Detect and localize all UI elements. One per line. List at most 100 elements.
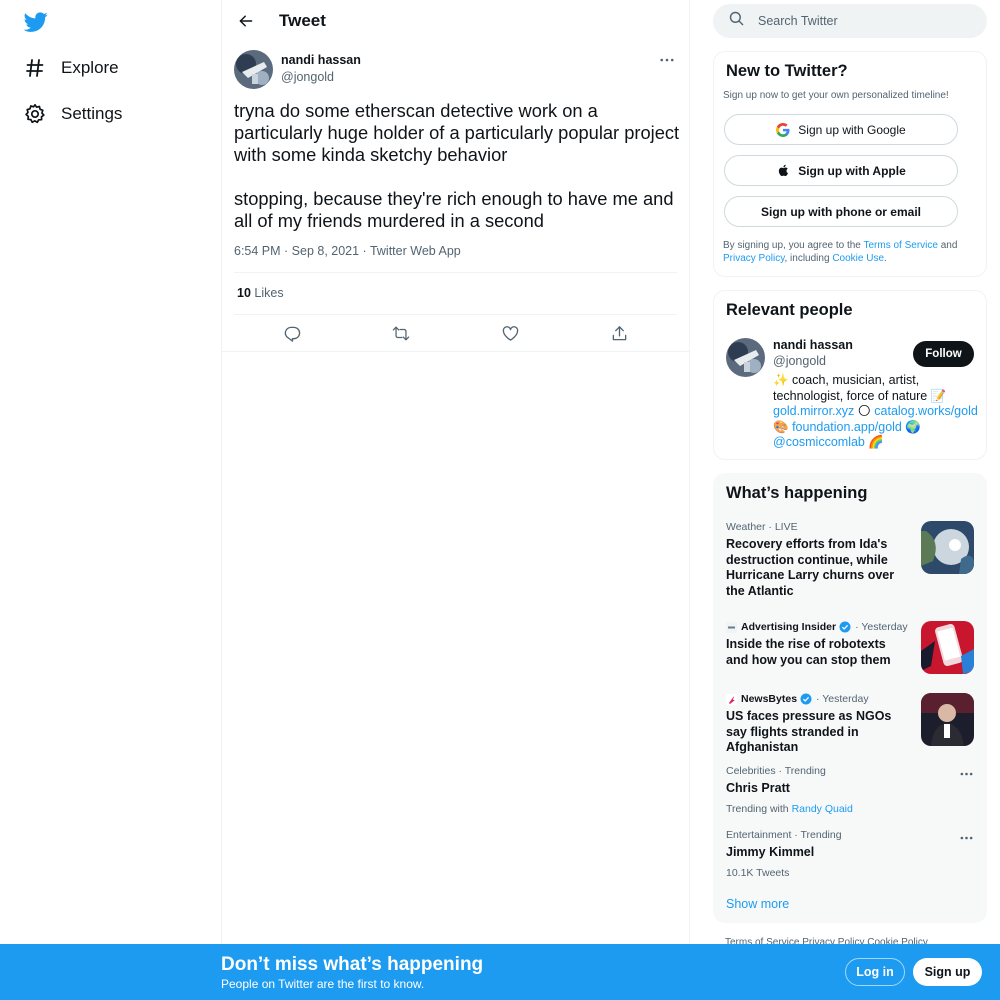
verified-badge-icon — [800, 693, 812, 705]
search-input[interactable] — [758, 14, 958, 28]
tweet-header: Tweet — [222, 0, 689, 41]
palette-emoji: 🎨 — [773, 419, 789, 434]
trend-context: Entertainment · Trending — [726, 829, 842, 841]
bio-text: coach, musician, artist, technologist, f… — [773, 373, 931, 403]
legal-text: By signing up, you agree to the Terms of… — [723, 239, 973, 265]
trend-headline: Recovery efforts from Ida's destruction … — [726, 537, 895, 598]
divider — [234, 314, 677, 315]
more-options-icon[interactable] — [958, 769, 974, 779]
bio-link[interactable]: catalog.works/gold — [874, 404, 978, 418]
trend-item[interactable]: Entertainment · Trending Jimmy Kimmel 10… — [726, 829, 976, 879]
memo-emoji: 📝 — [930, 388, 947, 403]
trend-time: · Yesterday — [816, 693, 869, 705]
trend-source: Advertising Insider — [741, 621, 837, 633]
banner-subtitle: People on Twitter are the first to know. — [221, 977, 425, 991]
tweet-text: tryna do some etherscan detective work o… — [234, 100, 684, 232]
tweet-author[interactable]: nandi hassan @jongold — [281, 53, 361, 84]
relevant-people-card: Relevant people nandi hassan @jongold Fo… — [713, 290, 987, 460]
trend-time: · Yesterday — [855, 621, 908, 633]
signup-apple-label: Sign up with Apple — [798, 163, 906, 178]
trend-headline: Chris Pratt — [726, 781, 790, 795]
retweet-icon[interactable] — [389, 321, 413, 345]
terms-link[interactable]: Terms of Service — [863, 240, 937, 251]
tweet-paragraph: tryna do some etherscan detective work o… — [234, 100, 680, 165]
likes-number: 10 — [237, 286, 251, 300]
person-bio: ✨ coach, musician, artist, technologist,… — [773, 373, 978, 451]
trend-thumbnail — [921, 621, 974, 674]
trend-extra: Trending with Randy Quaid — [726, 803, 976, 815]
nav-item-settings[interactable]: Settings — [24, 99, 122, 129]
privacy-link[interactable]: Privacy Policy — [723, 253, 785, 264]
left-navigation: Explore Settings — [0, 0, 221, 1000]
new-to-twitter-card: New to Twitter? Sign up now to get your … — [713, 51, 987, 277]
person-handle[interactable]: @jongold — [773, 354, 826, 368]
reply-icon[interactable] — [280, 321, 304, 345]
whats-happening-card: What’s happening Weather · LIVE Recovery… — [713, 473, 987, 923]
legal-end: . — [884, 253, 887, 264]
bio-link[interactable]: @cosmiccomlab — [773, 435, 865, 449]
trend-extra: 10.1K Tweets — [726, 866, 790, 879]
legal-including: , including — [784, 253, 833, 264]
globe-emoji: 🌍 — [905, 419, 921, 434]
rainbow-emoji: 🌈 — [868, 435, 884, 450]
cookie-link[interactable]: Cookie Use — [832, 253, 884, 264]
nav-item-explore[interactable]: Explore — [24, 53, 119, 83]
trend-extra-link[interactable]: Randy Quaid — [792, 803, 853, 815]
author-handle: @jongold — [281, 70, 335, 84]
share-icon[interactable] — [607, 321, 631, 345]
tweet: nandi hassan @jongold tryna do some ethe… — [222, 41, 689, 352]
card-title: What’s happening — [726, 484, 868, 502]
person-name[interactable]: nandi hassan — [773, 338, 853, 352]
login-button[interactable]: Log in — [845, 958, 905, 986]
avatar[interactable] — [726, 338, 765, 377]
more-options-icon[interactable] — [657, 53, 677, 67]
card-subtitle: Sign up now to get your own personalized… — [723, 90, 949, 101]
trend-context: Celebrities · Trending — [726, 765, 826, 777]
search-icon — [729, 11, 744, 31]
newsbytes-logo-icon — [726, 693, 737, 705]
hashtag-icon — [24, 57, 46, 79]
gear-icon — [24, 103, 46, 125]
trend-item[interactable]: Celebrities · Trending Chris Pratt Trend… — [726, 765, 976, 815]
sparkle-emoji: ✨ — [773, 373, 789, 387]
trend-headline: Jimmy Kimmel — [726, 845, 815, 859]
bio-link[interactable]: gold.mirror.xyz — [773, 404, 854, 418]
verified-badge-icon — [839, 621, 851, 633]
signup-google-label: Sign up with Google — [798, 122, 906, 137]
author-name: nandi hassan — [281, 53, 361, 67]
banner-title: Don’t miss what’s happening — [221, 954, 484, 975]
follow-button[interactable]: Follow — [913, 341, 974, 367]
nav-item-label: Explore — [61, 58, 119, 77]
signup-google-button[interactable]: Sign up with Google — [724, 114, 958, 145]
likes-label: Likes — [254, 286, 284, 300]
tweet-timestamp[interactable]: 6:54 PM · Sep 8, 2021 · Twitter Web App — [234, 244, 461, 258]
tweet-actions — [234, 321, 677, 345]
divider — [234, 272, 677, 273]
signup-phone-email-button[interactable]: Sign up with phone or email — [724, 196, 958, 227]
card-title: Relevant people — [726, 301, 853, 319]
likes-count[interactable]: 10 Likes — [237, 286, 284, 300]
tweet-column: Tweet nandi hassan @jongold tryna do som… — [221, 0, 690, 1000]
show-more-link[interactable]: Show more — [726, 897, 789, 911]
google-icon — [776, 122, 790, 137]
nav-item-label: Settings — [61, 104, 123, 123]
signup-apple-button[interactable]: Sign up with Apple — [724, 155, 958, 186]
bio-link[interactable]: foundation.app/gold — [792, 420, 902, 434]
more-options-icon[interactable] — [958, 833, 974, 843]
trend-headline: US faces pressure as NGOs say flights st… — [726, 709, 892, 755]
signup-button[interactable]: Sign up — [913, 958, 982, 986]
legal-prefix: By signing up, you agree to the — [723, 240, 864, 251]
like-icon[interactable] — [498, 321, 522, 345]
legal-and: and — [937, 240, 958, 251]
card-title: New to Twitter? — [726, 62, 848, 80]
avatar[interactable] — [234, 50, 273, 89]
tweet-paragraph: stopping, because they're rich enough to… — [234, 188, 674, 231]
trend-thumbnail — [921, 521, 974, 574]
trend-source: NewsBytes — [741, 693, 798, 705]
twitter-bird-icon[interactable] — [23, 10, 48, 34]
back-arrow-icon[interactable] — [236, 11, 256, 31]
moon-emoji: 🌕 — [857, 404, 871, 419]
search-bar[interactable] — [713, 4, 987, 38]
signup-phone-label: Sign up with phone or email — [760, 204, 921, 219]
advertising-insider-logo-icon — [726, 621, 737, 633]
